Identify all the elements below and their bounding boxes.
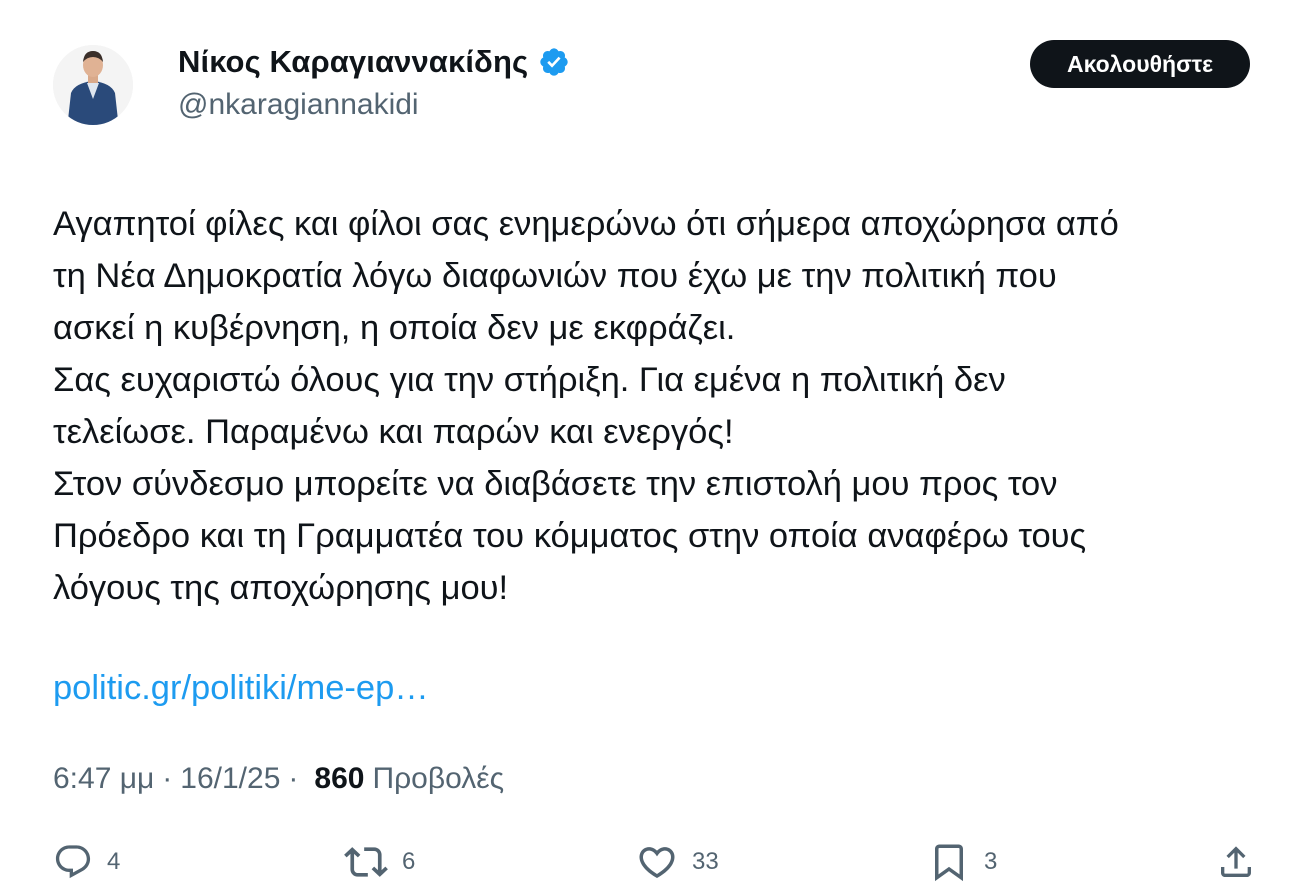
- tweet-date[interactable]: 16/1/25: [180, 762, 280, 796]
- tweet-line: Στον σύνδεσμο μπορείτε να διαβάσετε την …: [53, 465, 1058, 503]
- tweet-line: Αγαπητοί φίλες και φίλοι σας ενημερώνω ό…: [53, 205, 1119, 243]
- bookmark-button[interactable]: 3: [928, 834, 997, 890]
- share-button[interactable]: [1216, 834, 1256, 890]
- retweet-button[interactable]: 6: [344, 834, 415, 890]
- reply-count: 4: [107, 848, 121, 875]
- verified-badge-icon[interactable]: [538, 46, 570, 78]
- tweet-line: τελείωσε. Παραμένω και παρών και ενεργός…: [53, 413, 734, 451]
- share-icon: [1221, 846, 1251, 877]
- avatar[interactable]: [53, 33, 133, 137]
- author-handle[interactable]: @nkaragiannakidi: [178, 88, 419, 122]
- meta-separator: ·: [288, 762, 299, 795]
- meta-separator: ·: [162, 762, 173, 795]
- tweet-line: ασκεί η κυβέρνηση, η οποία δεν με εκφράζ…: [53, 309, 736, 347]
- views-label: Προβολές: [372, 762, 505, 795]
- retweet-count: 6: [402, 848, 416, 875]
- tweet-line: Πρόεδρο και τη Γραμματέα του κόμματος στ…: [53, 517, 1087, 555]
- tweet-text: Αγαπητοί φίλες και φίλοι σας ενημερώνω ό…: [53, 198, 1273, 614]
- like-count: 33: [692, 848, 719, 875]
- tweet-line: Σας ευχαριστώ όλους για την στήριξη. Για…: [53, 361, 1006, 399]
- tweet-line: τη Νέα Δημοκρατία λόγω διαφωνιών που έχω…: [53, 257, 1057, 295]
- bookmark-count: 3: [984, 848, 998, 875]
- bookmark-icon: [935, 844, 963, 882]
- tweet-line: λόγους της αποχώρησης μου!: [53, 569, 509, 607]
- author-name-row[interactable]: Νίκος Καραγιαννακίδης: [178, 44, 570, 80]
- tweet-link[interactable]: politic.gr/politiki/me-ep…: [53, 662, 429, 714]
- avatar-image: [53, 45, 133, 125]
- reply-button[interactable]: 4: [53, 834, 120, 890]
- like-button[interactable]: 33: [636, 834, 719, 890]
- like-icon: [639, 847, 675, 879]
- tweet-time[interactable]: 6:47 μμ: [53, 762, 154, 796]
- action-bar: 4 6 33 3: [0, 834, 1316, 890]
- views-count: 860: [314, 762, 365, 795]
- retweet-icon: [344, 847, 388, 877]
- follow-button[interactable]: Ακολουθήστε: [1030, 40, 1250, 88]
- author-name[interactable]: Νίκος Καραγιαννακίδης: [178, 44, 528, 80]
- reply-icon: [55, 845, 91, 879]
- tweet-meta: 6:47 μμ · 16/1/25 · 860 Προβολές: [53, 762, 504, 796]
